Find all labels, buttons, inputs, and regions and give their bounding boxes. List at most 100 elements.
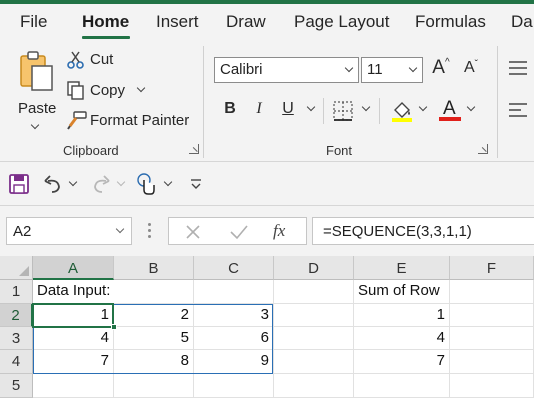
copy-dropdown-chevron-icon[interactable]	[136, 83, 146, 93]
paste-button[interactable]: Paste	[10, 48, 62, 132]
cell-b5[interactable]	[114, 374, 194, 398]
tab-data[interactable]: Da	[511, 12, 533, 32]
column-header-d[interactable]: D	[274, 256, 354, 280]
borders-dropdown-chevron-icon[interactable]	[361, 102, 371, 112]
formula-bar-resize-handle[interactable]	[148, 223, 152, 239]
cell-f2[interactable]	[450, 304, 534, 327]
cell-d1[interactable]	[274, 280, 354, 304]
column-header-b[interactable]: B	[114, 256, 194, 280]
cell-d4[interactable]	[274, 350, 354, 374]
increase-font-icon: A	[432, 57, 445, 78]
cell-e4[interactable]: 7	[354, 350, 450, 374]
select-all-button[interactable]	[0, 256, 33, 280]
touch-mode-icon[interactable]	[135, 172, 157, 196]
row-header-3[interactable]: 3	[0, 327, 33, 350]
row-header-1[interactable]: 1	[0, 280, 33, 304]
fill-color-dropdown-chevron-icon[interactable]	[418, 102, 428, 112]
fill-color-icon[interactable]	[390, 98, 414, 122]
fill-handle[interactable]	[111, 324, 117, 330]
cell-c3[interactable]: 6	[194, 327, 274, 350]
cell-c2[interactable]: 3	[194, 304, 274, 327]
row-header-4[interactable]: 4	[0, 350, 33, 374]
cell-c1[interactable]	[194, 280, 274, 304]
font-family-select[interactable]: Calibri	[214, 57, 359, 83]
redo-dropdown-chevron-icon[interactable]	[116, 177, 126, 187]
bold-button[interactable]: B	[221, 100, 239, 122]
cell-d3[interactable]	[274, 327, 354, 350]
cell-e3[interactable]: 4	[354, 327, 450, 350]
customize-qat-icon[interactable]	[189, 177, 203, 191]
cell-f1[interactable]	[450, 280, 534, 304]
column-header-f[interactable]: F	[450, 256, 534, 280]
cell-a1[interactable]: Data Input:	[33, 280, 114, 304]
cell-c5[interactable]	[194, 374, 274, 398]
increase-font-size-button[interactable]: A^	[429, 57, 453, 83]
decrease-font-size-button[interactable]: Aˇ	[459, 59, 483, 83]
font-color-icon[interactable]: A	[438, 96, 462, 122]
group-divider	[203, 46, 204, 158]
tab-file[interactable]: File	[20, 12, 47, 32]
chevron-down-icon	[115, 224, 125, 234]
font-dialog-launcher-icon[interactable]	[478, 144, 488, 154]
cell-b2[interactable]: 2	[114, 304, 194, 327]
cell-e5[interactable]	[354, 374, 450, 398]
font-size-select[interactable]: 11	[361, 57, 423, 83]
cell-c4[interactable]: 9	[194, 350, 274, 374]
underline-dropdown-chevron-icon[interactable]	[306, 102, 316, 112]
align-left-icon[interactable]	[508, 102, 528, 118]
cell-d5[interactable]	[274, 374, 354, 398]
undo-icon[interactable]	[42, 173, 64, 195]
underline-button[interactable]: U	[279, 100, 297, 122]
name-box[interactable]: A2	[6, 217, 132, 245]
insert-function-icon[interactable]: fx	[273, 221, 285, 241]
font-color-dropdown-chevron-icon[interactable]	[466, 102, 476, 112]
cell-a2[interactable]: 1	[33, 304, 114, 327]
tab-draw[interactable]: Draw	[226, 12, 266, 32]
column-header-c[interactable]: C	[194, 256, 274, 280]
formula-bar-buttons: fx	[168, 217, 307, 245]
tab-page-layout[interactable]: Page Layout	[294, 12, 389, 32]
save-icon[interactable]	[8, 173, 30, 195]
touch-mode-dropdown-chevron-icon[interactable]	[163, 177, 173, 187]
tab-formulas[interactable]: Formulas	[415, 12, 486, 32]
cell-e2[interactable]: 1	[354, 304, 450, 327]
chevron-down-icon	[344, 63, 354, 73]
row-header-2[interactable]: 2	[0, 304, 33, 327]
cell-b1[interactable]	[114, 280, 194, 304]
paste-dropdown-chevron-icon[interactable]	[30, 120, 40, 130]
scissors-icon	[67, 51, 84, 69]
cell-a5[interactable]	[33, 374, 114, 398]
cell-b4[interactable]: 8	[114, 350, 194, 374]
cell-b3[interactable]: 5	[114, 327, 194, 350]
cell-d2[interactable]	[274, 304, 354, 327]
cell-f4[interactable]	[450, 350, 534, 374]
tab-home[interactable]: Home	[82, 12, 129, 32]
cut-label: Cut	[90, 51, 114, 68]
clipboard-group-label: Clipboard	[63, 143, 119, 158]
redo-icon[interactable]	[90, 173, 112, 195]
tab-insert[interactable]: Insert	[156, 12, 199, 32]
clipboard-dialog-launcher-icon[interactable]	[189, 144, 199, 154]
cut-button[interactable]: Cut	[66, 50, 126, 72]
align-top-icon[interactable]	[508, 60, 528, 76]
cell-a4[interactable]: 7	[33, 350, 114, 374]
format-painter-label: Format Painter	[90, 112, 190, 129]
formula-input[interactable]: =SEQUENCE(3,3,1,1)	[312, 217, 534, 245]
decrease-font-icon: A	[463, 59, 475, 76]
font-size-value: 11	[367, 61, 383, 78]
column-header-a[interactable]: A	[33, 256, 114, 280]
format-painter-button[interactable]: Format Painter	[66, 110, 192, 132]
borders-icon[interactable]	[332, 100, 354, 122]
paste-icon	[20, 51, 53, 91]
column-header-e[interactable]: E	[354, 256, 450, 280]
cell-e1[interactable]: Sum of Row	[354, 280, 450, 304]
cell-a3[interactable]: 4	[33, 327, 114, 350]
cancel-x-icon[interactable]	[184, 223, 202, 241]
enter-check-icon[interactable]	[229, 223, 249, 241]
row-header-5[interactable]: 5	[0, 374, 33, 398]
cell-f5[interactable]	[450, 374, 534, 398]
italic-button[interactable]: I	[251, 100, 267, 122]
undo-dropdown-chevron-icon[interactable]	[68, 177, 78, 187]
copy-button[interactable]: Copy	[66, 80, 156, 102]
cell-f3[interactable]	[450, 327, 534, 350]
